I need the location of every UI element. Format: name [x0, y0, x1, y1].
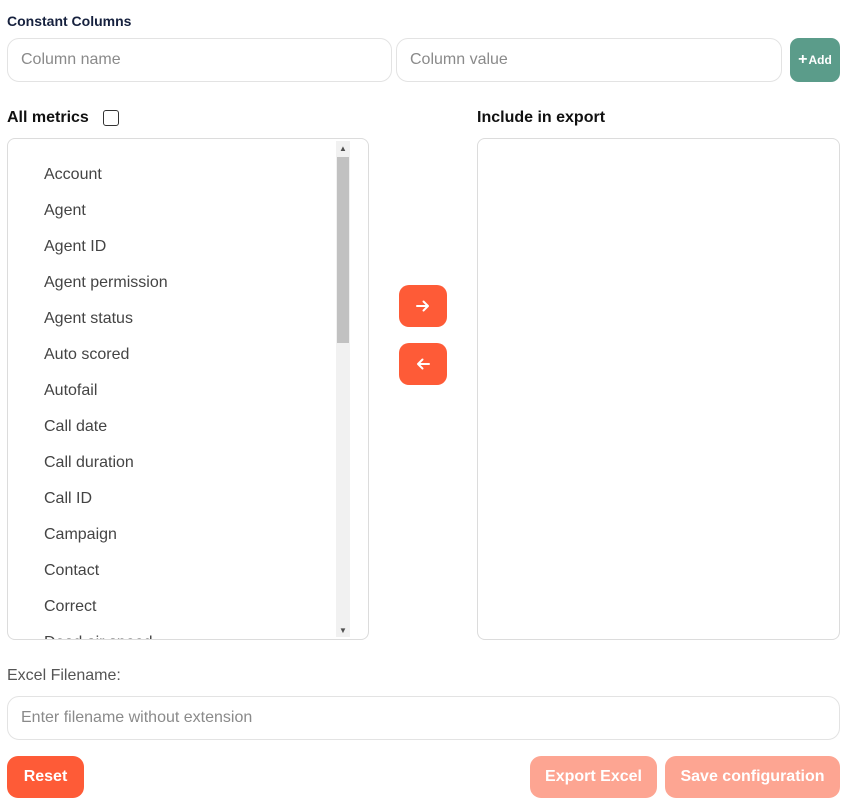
- save-configuration-button[interactable]: Save configuration: [665, 756, 840, 798]
- metric-list-item[interactable]: Campaign: [44, 526, 117, 544]
- scroll-thumb[interactable]: [337, 157, 349, 343]
- column-value-input[interactable]: [396, 38, 782, 82]
- scroll-down-arrow-icon[interactable]: ▼: [336, 623, 350, 637]
- metric-list-item[interactable]: Dead air speed: [44, 634, 153, 639]
- metric-list-item[interactable]: Auto scored: [44, 346, 129, 364]
- metric-list-item[interactable]: Correct: [44, 598, 96, 616]
- plus-icon: +: [798, 51, 808, 68]
- metric-list-item[interactable]: Call date: [44, 418, 107, 436]
- constant-columns-title: Constant Columns: [7, 13, 132, 29]
- include-in-export-heading: Include in export: [477, 109, 606, 126]
- all-metrics-list[interactable]: Account Agent Agent ID Agent permission Agen…: [7, 138, 369, 640]
- metric-list-item[interactable]: Account: [44, 166, 102, 184]
- arrow-left-icon: [417, 358, 430, 370]
- metric-list-item[interactable]: Call duration: [44, 454, 134, 472]
- move-to-export-button[interactable]: [399, 285, 447, 327]
- metric-list-item[interactable]: Agent permission: [44, 274, 168, 292]
- arrow-right-icon: [416, 300, 429, 312]
- all-metrics-heading: All metrics: [7, 109, 89, 126]
- metric-list-item[interactable]: Call ID: [44, 490, 92, 508]
- reset-button[interactable]: Reset: [7, 756, 84, 798]
- excel-filename-label: Excel Filename:: [7, 667, 121, 684]
- add-button-label: Add: [808, 53, 832, 67]
- select-all-metrics-checkbox[interactable]: [103, 110, 119, 126]
- metric-list-item[interactable]: Agent: [44, 202, 86, 220]
- export-excel-button[interactable]: Export Excel: [530, 756, 657, 798]
- all-metrics-items: Account Agent Agent ID Agent permission Agen…: [8, 139, 350, 639]
- include-in-export-list[interactable]: [477, 138, 840, 640]
- all-metrics-scrollbar[interactable]: ▲ ▼: [336, 141, 350, 637]
- add-constant-column-button[interactable]: + Add: [790, 38, 840, 82]
- remove-from-export-button[interactable]: [399, 343, 447, 385]
- excel-filename-input[interactable]: [7, 696, 840, 740]
- metric-list-item[interactable]: Agent ID: [44, 238, 106, 256]
- metric-list-item[interactable]: Contact: [44, 562, 99, 580]
- column-name-input[interactable]: [7, 38, 392, 82]
- metric-list-item[interactable]: Agent status: [44, 310, 133, 328]
- scroll-up-arrow-icon[interactable]: ▲: [336, 141, 350, 155]
- metric-list-item[interactable]: Autofail: [44, 382, 97, 400]
